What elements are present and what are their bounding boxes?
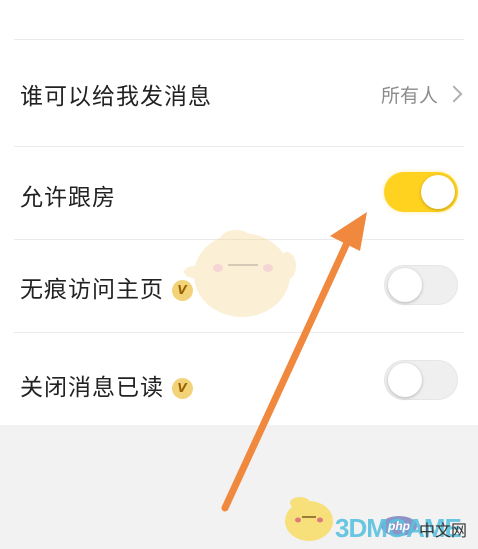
setting-who-can-message[interactable]: 谁可以给我发消息 所有人 xyxy=(0,40,478,146)
allow-follow-room-toggle[interactable] xyxy=(384,172,458,212)
setting-label: 谁可以给我发消息 xyxy=(20,84,212,110)
toggle-knob xyxy=(388,268,422,302)
setting-value: 所有人 xyxy=(380,85,438,107)
setting-label: 无痕访问主页 xyxy=(20,277,164,303)
setting-allow-follow-room: 允许跟房 xyxy=(0,147,478,239)
hide-read-receipt-toggle[interactable] xyxy=(384,360,458,400)
setting-label: 允许跟房 xyxy=(20,185,116,211)
privacy-settings-screen: 谁可以给我发消息 所有人 允许跟房 无痕访问主页 V 关闭消息已读 V 3DMG… xyxy=(0,0,478,549)
invisible-visit-toggle[interactable] xyxy=(384,265,458,305)
vip-badge-icon: V xyxy=(172,280,193,301)
toggle-knob xyxy=(388,363,422,397)
setting-label-wrap: 无痕访问主页 V xyxy=(20,270,193,304)
setting-invisible-visit: 无痕访问主页 V xyxy=(0,240,478,332)
vip-badge-icon: V xyxy=(172,378,193,399)
settings-list: 谁可以给我发消息 所有人 允许跟房 无痕访问主页 V 关闭消息已读 V xyxy=(0,0,478,425)
chevron-right-icon xyxy=(445,85,463,103)
toggle-knob xyxy=(421,175,455,209)
setting-label: 关闭消息已读 xyxy=(20,375,164,401)
php-site-watermark: 中文网 xyxy=(419,521,468,540)
setting-hide-read-receipt: 关闭消息已读 V xyxy=(0,333,478,425)
php-watermark-label: php xyxy=(388,519,410,533)
setting-label-wrap: 关闭消息已读 V xyxy=(20,368,193,402)
